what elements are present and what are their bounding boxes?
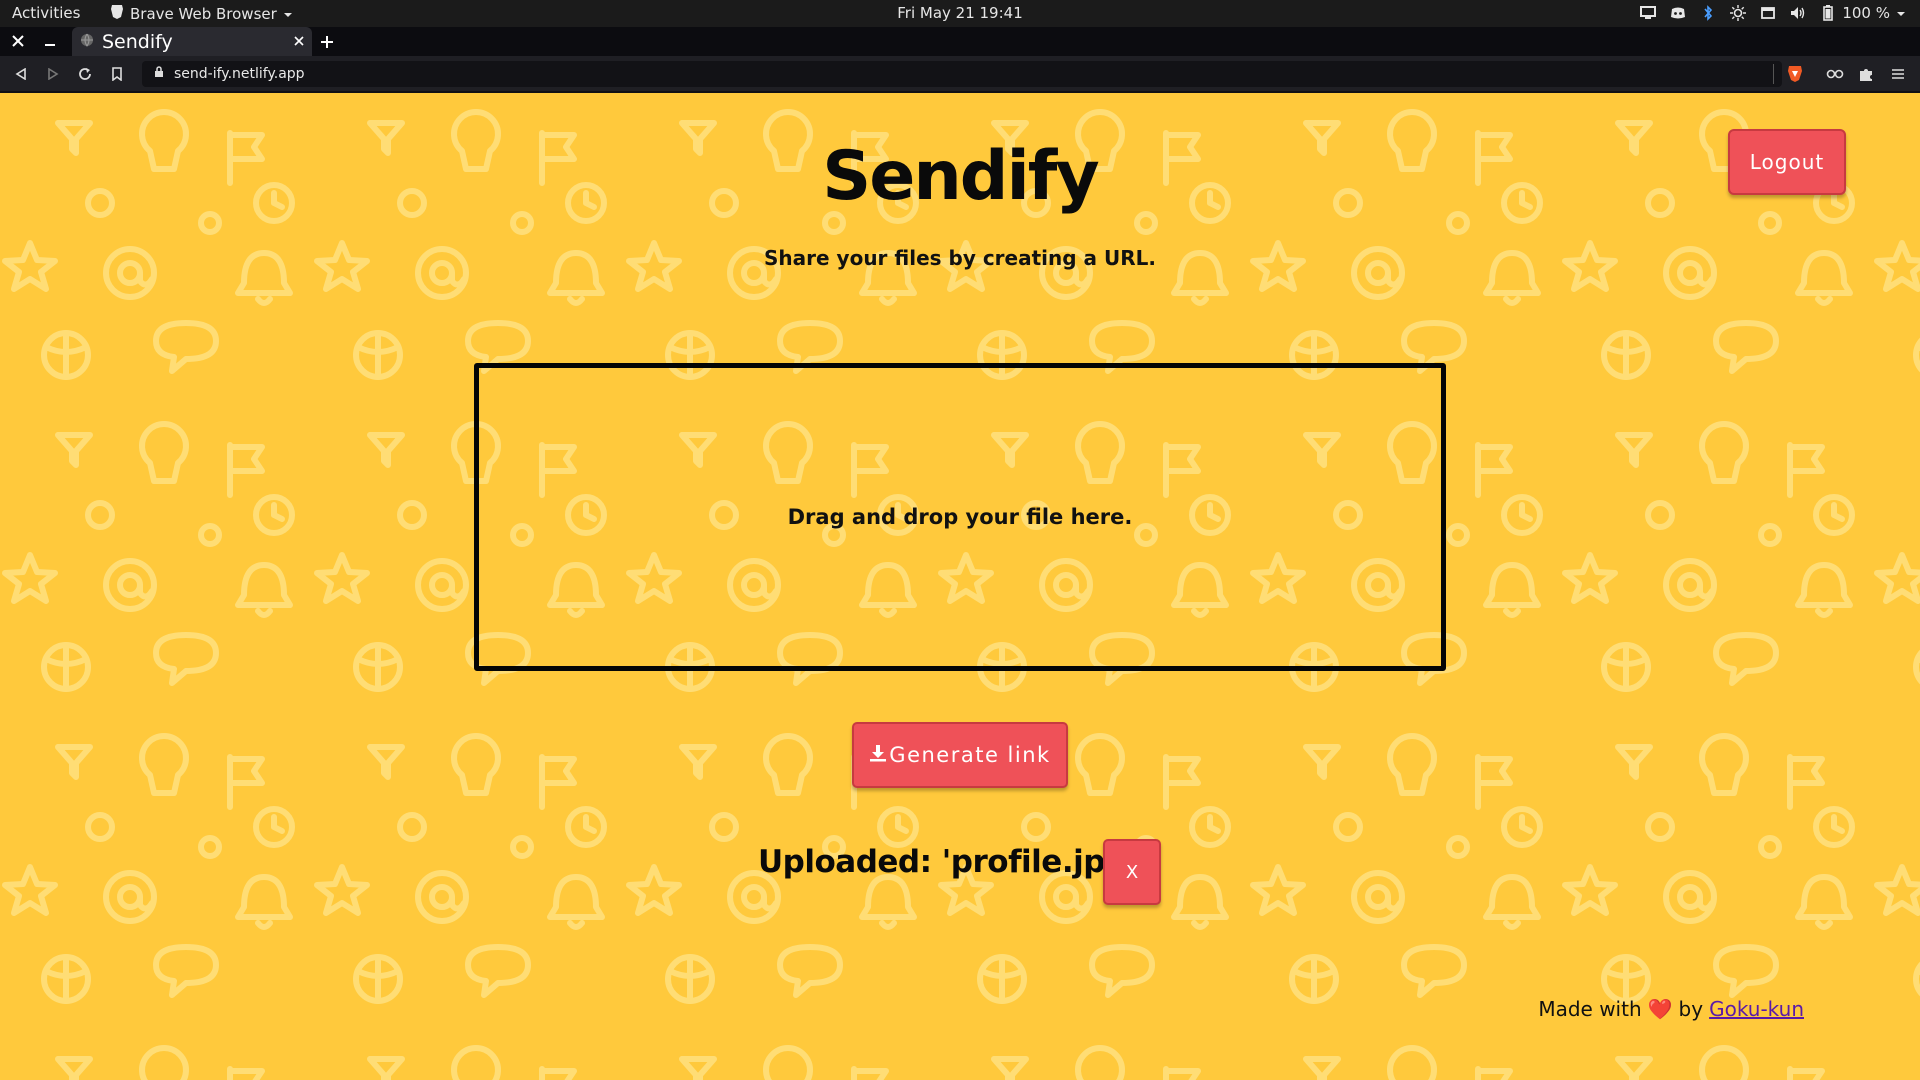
minimize-icon[interactable] (44, 32, 56, 51)
chevron-down-icon (283, 5, 293, 23)
footer: Made with ❤️ by Goku-kun (1538, 997, 1804, 1021)
tab-close-icon[interactable] (294, 34, 304, 50)
volume-icon[interactable] (1790, 5, 1806, 21)
page-subtitle: Share your files by creating a URL. (764, 246, 1156, 270)
glasses-icon[interactable] (1826, 65, 1844, 83)
brightness-icon[interactable] (1730, 5, 1747, 21)
system-tray[interactable]: 100 % (1640, 4, 1906, 22)
footer-prefix: Made with (1538, 997, 1642, 1021)
author-link[interactable]: Goku-kun (1709, 997, 1804, 1021)
page: Sendify Share your files by creating a U… (0, 93, 1920, 1080)
page-title: Sendify (822, 137, 1099, 216)
heart-icon: ❤️ (1647, 997, 1673, 1021)
reload-icon[interactable] (76, 65, 94, 83)
download-icon (869, 743, 887, 767)
footer-by: by (1678, 997, 1704, 1021)
logout-button[interactable]: Logout (1728, 129, 1846, 195)
activities-button[interactable]: Activities (12, 4, 80, 22)
menu-icon[interactable] (1889, 65, 1907, 83)
tab-strip: Sendify (0, 27, 1920, 56)
brave-shield-icon[interactable] (1786, 65, 1804, 83)
generate-link-button[interactable]: Generate link (852, 722, 1068, 788)
lock-icon (154, 66, 164, 82)
divider (1773, 64, 1774, 84)
globe-icon (80, 32, 94, 51)
drop-zone-text: Drag and drop your file here. (787, 505, 1133, 529)
remove-file-button[interactable]: X (1103, 839, 1161, 905)
system-top-bar: Activities Brave Web Browser Fri May 21 … (0, 0, 1920, 27)
tab-title: Sendify (102, 30, 173, 53)
discord-icon[interactable] (1670, 5, 1686, 21)
window-icon[interactable] (1760, 5, 1776, 21)
chevron-down-icon (1896, 4, 1906, 22)
url-text: send-ify.netlify.app (174, 66, 305, 82)
display-icon[interactable] (1640, 5, 1657, 21)
new-tab-button[interactable] (320, 30, 334, 54)
forward-icon[interactable] (44, 65, 62, 83)
tab-sendify[interactable]: Sendify (72, 27, 312, 56)
brave-icon (110, 4, 124, 24)
bluetooth-icon[interactable] (1700, 5, 1716, 21)
battery-icon[interactable] (1820, 5, 1836, 21)
puzzle-icon[interactable] (1857, 65, 1875, 83)
uploaded-file-label: Uploaded: 'profile.jpeg' (758, 844, 1157, 880)
address-bar[interactable]: send-ify.netlify.app (142, 61, 1782, 87)
bookmark-icon[interactable] (108, 65, 126, 83)
generate-link-label: Generate link (889, 743, 1051, 767)
app-menu[interactable]: Brave Web Browser (110, 4, 293, 24)
back-icon[interactable] (12, 65, 30, 83)
app-menu-label: Brave Web Browser (130, 5, 277, 23)
navigation-bar: send-ify.netlify.app (0, 56, 1920, 93)
battery-percentage: 100 % (1842, 4, 1890, 22)
file-drop-zone[interactable]: Drag and drop your file here. (474, 363, 1446, 671)
close-icon[interactable] (12, 32, 24, 51)
